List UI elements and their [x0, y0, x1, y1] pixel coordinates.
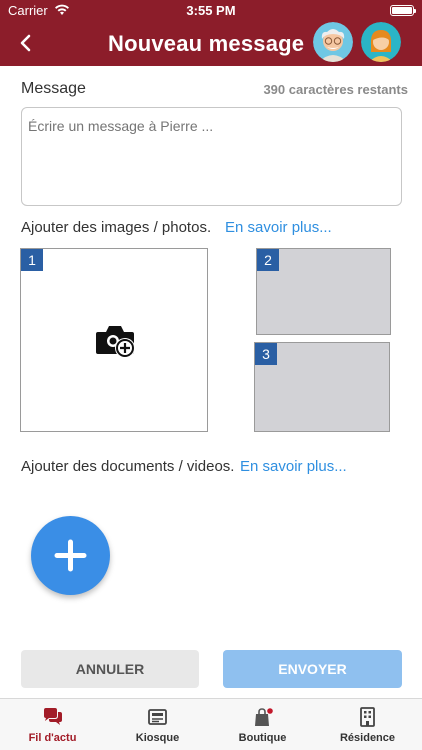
- tab-bar: Fil d'actu Kiosque Boutique Résidence: [0, 698, 422, 750]
- documents-info-link[interactable]: En savoir plus...: [240, 458, 347, 475]
- building-icon: [360, 707, 375, 727]
- tab-boutique[interactable]: Boutique: [210, 699, 315, 750]
- cancel-button[interactable]: ANNULER: [21, 650, 199, 688]
- clock: 3:55 PM: [186, 3, 236, 18]
- images-info-link[interactable]: En savoir plus...: [225, 219, 332, 236]
- newspaper-icon: [148, 709, 167, 725]
- message-label: Message: [21, 80, 86, 97]
- image-slot-1[interactable]: 1: [20, 248, 208, 432]
- add-document-button[interactable]: [31, 516, 110, 595]
- tab-label: Résidence: [339, 732, 396, 744]
- send-button[interactable]: ENVOYER: [223, 650, 402, 688]
- image-slot-3[interactable]: 3: [254, 342, 390, 432]
- header-bar: Carrier 3:55 PM Nouveau message: [0, 0, 422, 66]
- plus-icon: [54, 539, 87, 572]
- add-photo-camera-icon[interactable]: [94, 322, 136, 360]
- images-label: Ajouter des images / photos.: [21, 219, 212, 236]
- message-input[interactable]: [21, 107, 402, 206]
- documents-label: Ajouter des documents / videos.: [21, 458, 235, 475]
- status-bar: Carrier 3:55 PM: [0, 0, 422, 22]
- tab-label: Kiosque: [135, 732, 180, 744]
- tab-label: Fil d'actu: [28, 732, 77, 744]
- chat-bubbles-icon: [44, 708, 62, 725]
- battery-icon: [390, 5, 416, 16]
- slot-number: 1: [21, 249, 43, 271]
- image-slot-2[interactable]: 2: [256, 248, 391, 335]
- avatar-woman[interactable]: [361, 22, 401, 62]
- tab-kiosque[interactable]: Kiosque: [105, 699, 210, 750]
- tab-fil-actu[interactable]: Fil d'actu: [0, 699, 105, 750]
- char-counter: 390 caractères restants: [263, 82, 408, 97]
- slot-number: 3: [255, 343, 277, 365]
- tab-label: Boutique: [238, 732, 287, 744]
- avatar-elderly-man[interactable]: [313, 22, 353, 62]
- chevron-left-icon[interactable]: [16, 30, 36, 56]
- tab-residence[interactable]: Résidence: [315, 699, 420, 750]
- slot-number: 2: [257, 249, 279, 271]
- page-title: Nouveau message: [108, 31, 305, 56]
- shopping-bag-icon: [255, 708, 273, 726]
